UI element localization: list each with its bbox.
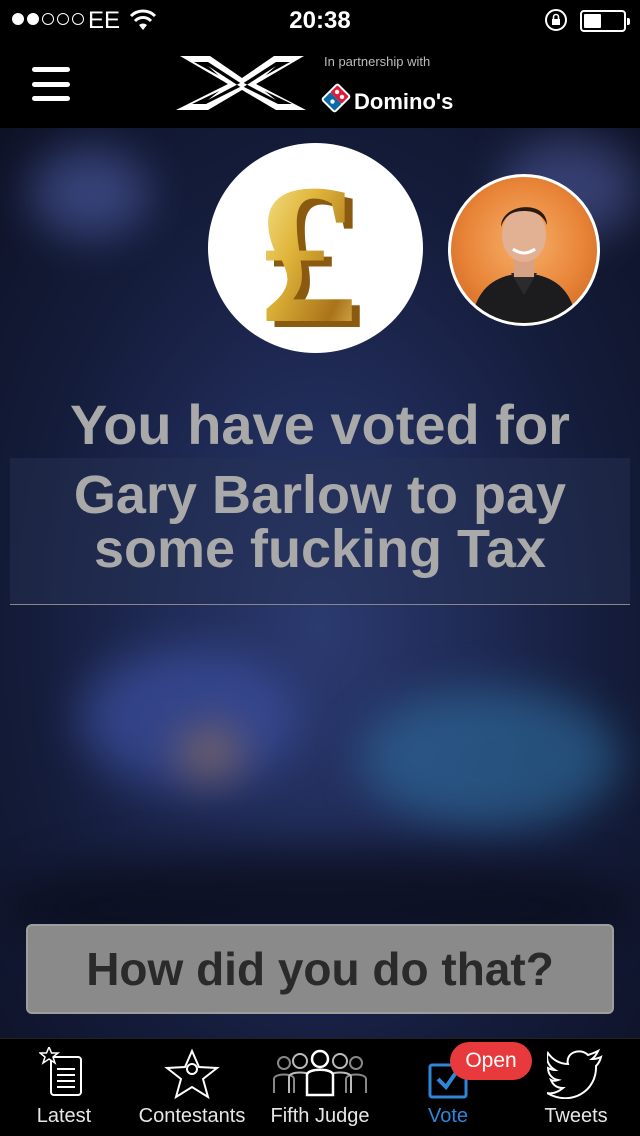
status-bar: EE 20:38 — [0, 0, 640, 40]
voted-heading: You have voted for — [70, 393, 570, 456]
app-header: In partnership with Domino's — [0, 40, 640, 128]
partnership-text: In partnership with — [324, 54, 431, 69]
background-light — [180, 728, 240, 778]
tab-bar: Latest Contestants Fifth Judge Vote Twee… — [0, 1038, 640, 1136]
vote-choice-line-1: Gary Barlow to pay — [73, 465, 567, 525]
sponsor-name: Domino's — [354, 89, 454, 114]
open-badge: Open — [450, 1042, 532, 1080]
tab-fifth-judge[interactable]: Fifth Judge — [256, 1039, 384, 1136]
twitter-bird-icon — [547, 1048, 603, 1099]
battery-icon — [580, 10, 630, 32]
tab-latest[interactable]: Latest — [0, 1039, 128, 1136]
contestant-avatar — [448, 174, 600, 326]
how-did-you-do-that-button[interactable]: How did you do that? — [26, 924, 614, 1014]
tab-tweets[interactable]: Tweets — [512, 1039, 640, 1136]
tab-label: Fifth Judge — [270, 1105, 370, 1127]
tab-label: Tweets — [544, 1105, 608, 1127]
dominos-logo-icon — [321, 83, 351, 113]
tab-label: Vote — [427, 1105, 469, 1127]
svg-text:£: £ — [258, 144, 358, 353]
background-light — [30, 148, 150, 238]
background-light — [360, 688, 620, 828]
news-icon — [39, 1047, 82, 1096]
vote-result-panel: £ £ You have voted for Gary Barlow to pa… — [0, 128, 640, 1038]
star-person-icon — [164, 1048, 220, 1099]
how-button-label: How did you do that? — [86, 943, 554, 995]
rotation-lock-icon — [545, 9, 567, 31]
divider — [10, 604, 630, 605]
x-factor-logo — [176, 56, 306, 110]
hamburger-menu-icon[interactable] — [32, 67, 70, 101]
tab-label: Contestants — [138, 1105, 246, 1127]
pound-sign-icon: £ £ — [208, 143, 423, 371]
crowd-icon — [273, 1049, 367, 1097]
tab-label: Latest — [36, 1105, 92, 1127]
vote-choice: Gary Barlow to pay some fucking Tax — [0, 468, 640, 576]
tab-contestants[interactable]: Contestants — [128, 1039, 256, 1136]
vote-choice-line-2: some fucking Tax — [93, 519, 547, 579]
